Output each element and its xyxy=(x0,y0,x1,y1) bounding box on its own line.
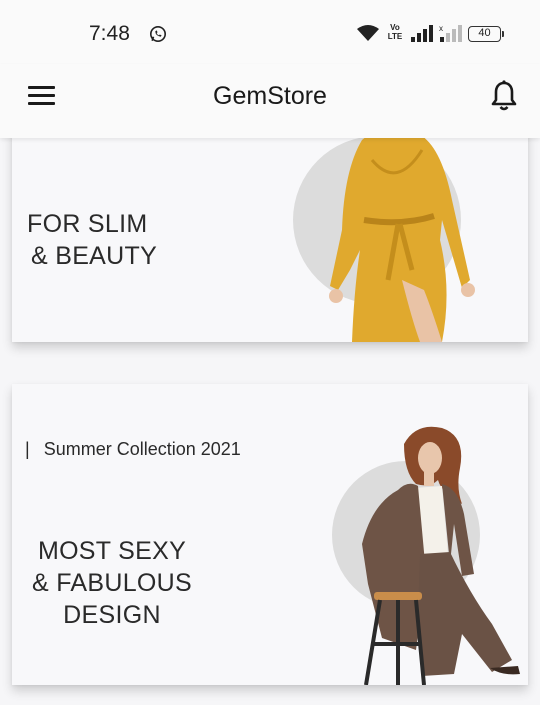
whatsapp-icon xyxy=(149,25,167,43)
promo-banner-summer-collection[interactable]: | Summer Collection 2021 MOST SEXY & FABU… xyxy=(12,384,528,685)
model-image-brown-coat xyxy=(362,426,520,685)
bell-icon[interactable] xyxy=(488,79,520,113)
model-image-yellow-dress xyxy=(329,120,475,342)
signal-icon-secondary: x xyxy=(439,24,462,42)
battery-icon: 40 xyxy=(468,26,504,42)
app-title: GemStore xyxy=(213,82,327,110)
wifi-icon xyxy=(357,25,379,41)
volte-indicator: Vo LTE xyxy=(387,23,403,41)
status-bar: 7:48 Vo LTE x 40 xyxy=(0,0,540,64)
banner-headline: FOR SLIM & BEAUTY xyxy=(27,210,158,270)
app-bar: GemStore xyxy=(0,64,540,138)
signal-icon xyxy=(411,25,433,42)
svg-text:x: x xyxy=(439,24,443,33)
status-time: 7:48 xyxy=(89,22,130,45)
banner-headline: MOST SEXY & FABULOUS DESIGN xyxy=(32,537,192,629)
promo-banner-slim-beauty[interactable]: FOR SLIM & BEAUTY xyxy=(12,120,528,342)
banner-subtitle: | Summer Collection 2021 xyxy=(25,439,241,459)
